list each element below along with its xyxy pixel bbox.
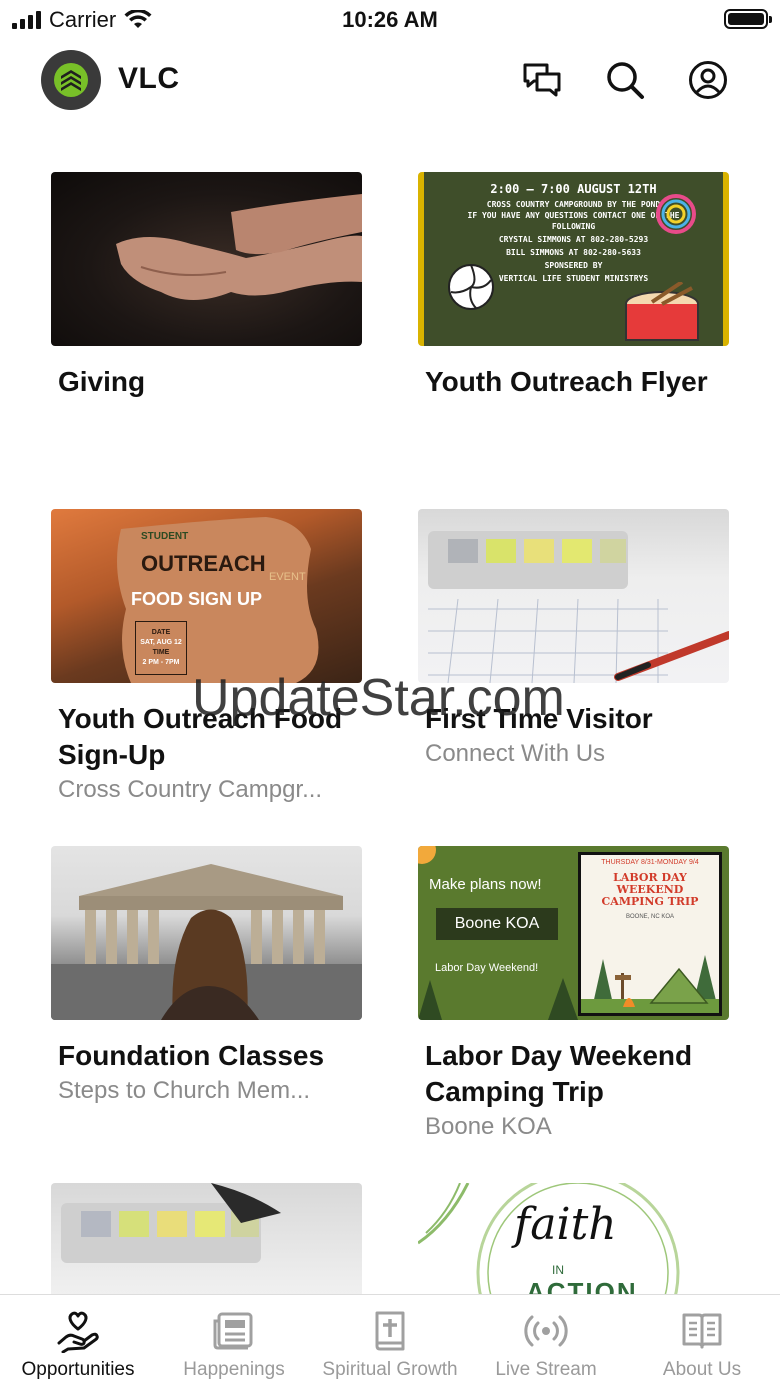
broadcast-icon <box>524 1309 568 1353</box>
card-first-time-visitor[interactable]: First Time Visitor Connect With Us <box>418 509 729 771</box>
app-title: VLC <box>118 62 180 95</box>
bible-icon <box>368 1309 412 1353</box>
outreach-text: OUTREACH <box>141 551 266 576</box>
event-text: EVENT <box>269 571 306 583</box>
boone-box: Boone KOA <box>436 908 558 940</box>
food-signup-text: FOOD SIGN UP <box>131 589 263 609</box>
faith-script-text: faith <box>514 1199 617 1250</box>
card-title: Giving <box>58 366 146 397</box>
chat-bubbles-icon <box>523 63 561 97</box>
search-icon <box>607 62 644 99</box>
user-circle-icon <box>689 61 727 99</box>
app-header: VLC <box>0 48 780 112</box>
make-plans-text: Make plans now! <box>429 876 542 893</box>
card-subtitle: Cross Country Campgr... <box>58 776 323 803</box>
sun-icon <box>418 846 436 864</box>
time-label: TIME <box>152 649 170 656</box>
card-subtitle: Boone KOA <box>425 1113 552 1140</box>
foundation-image <box>51 846 362 1020</box>
tab-live-stream[interactable]: Live Stream <box>468 1295 624 1387</box>
card-food-sign-up[interactable]: STUDENT OUTREACH EVENT FOOD SIGN UP DATE… <box>51 509 362 807</box>
poster-location: BOONE, NC KOA <box>625 914 674 920</box>
camping-poster: THURSDAY 8/31-MONDAY 9/4 LABOR DAY WEEKE… <box>578 852 722 1016</box>
watermark: UpdateStar.com <box>192 669 565 727</box>
status-time: 10:26 AM <box>342 7 438 32</box>
rings-icon <box>656 194 696 234</box>
poster-title: LABOR DAY WEEKEND CAMPING TRIP <box>601 871 699 908</box>
faith-in-text: IN <box>552 1263 564 1277</box>
newspaper-icon <box>212 1309 256 1353</box>
card-youth-outreach-flyer[interactable]: 2:00 – 7:00 AUGUST 12TH CROSS COUNTRY CA… <box>418 172 729 400</box>
time-value: 2 PM - 7PM <box>142 659 180 666</box>
volleyball-icon <box>448 264 494 310</box>
card-title: Foundation Classes <box>58 1040 325 1071</box>
tab-spiritual-growth[interactable]: Spiritual Growth <box>312 1295 468 1387</box>
open-book-icon <box>680 1309 724 1353</box>
brand-text: STUDENT <box>141 531 189 542</box>
giving-image <box>51 172 362 346</box>
flyer-line: BILL SIMMONS AT 802-280-5633 <box>506 248 641 257</box>
drum-icon <box>625 282 699 341</box>
tab-label: Spiritual Growth <box>322 1359 458 1380</box>
card-subtitle: Steps to Church Mem... <box>58 1077 311 1104</box>
visitor-image <box>418 509 729 683</box>
profile-button[interactable] <box>688 60 728 100</box>
card-foundation-classes[interactable]: Foundation Classes Steps to Church Mem..… <box>51 846 362 1108</box>
card-title: Youth Outreach Flyer <box>425 366 708 397</box>
flyer-line: CRYSTAL SIMMONS AT 802-280-5293 <box>498 235 649 244</box>
tab-label: Opportunities <box>21 1359 135 1380</box>
food-signup-image: STUDENT OUTREACH EVENT FOOD SIGN UP DATE… <box>51 509 362 683</box>
card-title: Labor Day Weekend Camping Trip <box>425 1040 693 1107</box>
date-value: SAT, AUG 12 <box>140 639 182 646</box>
status-bar: Carrier 10:26 AM <box>0 0 780 40</box>
poster-date: THURSDAY 8/31-MONDAY 9/4 <box>601 859 699 866</box>
chevron-stack-icon <box>54 63 88 97</box>
messages-button[interactable] <box>522 60 562 100</box>
hand-heart-icon <box>56 1309 100 1353</box>
card-giving[interactable]: Giving <box>51 172 362 400</box>
tab-about-us[interactable]: About Us <box>624 1295 780 1387</box>
battery-icon <box>724 9 772 29</box>
date-label: DATE <box>151 629 171 636</box>
tab-label: About Us <box>662 1359 742 1380</box>
tab-happenings[interactable]: Happenings <box>156 1295 312 1387</box>
tab-label: Live Stream <box>495 1359 597 1380</box>
card-subtitle: Connect With Us <box>425 740 606 767</box>
camping-image: Make plans now! Boone KOA Labor Day Week… <box>418 846 729 1020</box>
date-box: DATE SAT, AUG 12 TIME 2 PM - 7PM <box>135 621 187 675</box>
youth-flyer-image: 2:00 – 7:00 AUGUST 12TH CROSS COUNTRY CA… <box>418 172 729 346</box>
tab-label: Happenings <box>183 1359 285 1380</box>
church-logo[interactable] <box>41 50 101 110</box>
search-button[interactable] <box>605 60 645 100</box>
tab-bar: Opportunities Happenings Spiritual Growt… <box>0 1294 780 1387</box>
tab-opportunities[interactable]: Opportunities <box>0 1295 156 1387</box>
card-labor-day-camping[interactable]: Make plans now! Boone KOA Labor Day Week… <box>418 846 729 1144</box>
